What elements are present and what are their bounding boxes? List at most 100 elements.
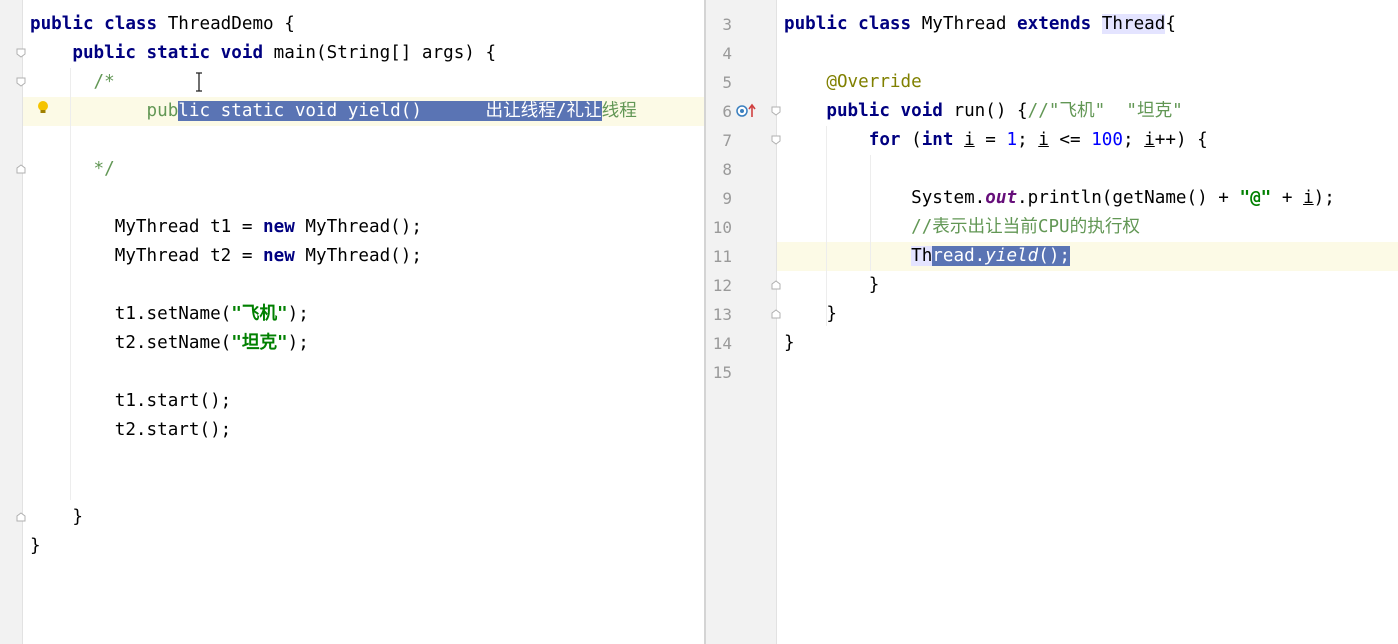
code-token: 100 [1091,130,1123,150]
line-number: 8 [722,160,732,179]
code-token: (); [1038,246,1071,266]
code-token: public class [784,14,922,34]
code-line[interactable]: public class MyThread extends Thread{ [784,10,1176,39]
code-token: System. [784,188,986,208]
code-token: i [964,130,975,150]
line-number: 4 [722,44,732,63]
gutter-left[interactable] [0,0,23,644]
code-token: } [30,507,83,527]
code-token: ; [1017,130,1039,150]
code-line[interactable]: t2.setName("坦克"); [30,329,309,358]
line-number: 12 [712,276,732,295]
code-line[interactable]: t1.setName("飞机"); [30,300,309,329]
override-marker-icon[interactable] [736,103,760,119]
code-line[interactable]: } [784,300,837,329]
code-token: lic static void yield() 出让线程/礼让 [178,101,602,121]
fold-marker-icon[interactable] [771,106,781,116]
code-token: i [1303,188,1314,208]
fold-marker-icon[interactable] [771,309,781,319]
code-token: ++) { [1154,130,1208,150]
line-number: 15 [712,363,732,382]
line-number: 3 [722,15,732,34]
code-token: Th [911,246,933,266]
code-token: MyThread(); [305,246,422,266]
code-token: <= [1048,130,1092,150]
code-token: t2.setName( [30,333,232,353]
code-token: i [1038,130,1049,150]
code-token: + [1271,188,1304,208]
lightbulb-icon[interactable] [37,100,49,116]
code-line[interactable]: public static void yield() 出让线程/礼让线程 [30,97,637,126]
code-token: "坦克" [231,333,288,353]
code-line[interactable]: t2.start(); [30,416,232,445]
code-token: ( [911,130,922,150]
fold-marker-icon[interactable] [16,164,26,174]
text-cursor-icon [194,72,204,92]
code-line[interactable]: } [30,532,41,561]
code-line[interactable]: for (int i = 1; i <= 100; i++) { [784,126,1208,155]
line-number: 6 [722,102,732,121]
code-token: //表示出让当前CPU的执行权 [784,217,1141,237]
code-line[interactable]: MyThread t1 = new MyThread(); [30,213,422,242]
code-token: Thread [1101,14,1166,34]
code-line[interactable]: //表示出让当前CPU的执行权 [784,213,1140,242]
code-token: } [784,275,880,295]
line-number: 13 [712,305,732,324]
code-line[interactable]: Thread.yield(); [784,242,1071,271]
code-line[interactable]: public static void main(String[] args) { [30,39,496,68]
code-line[interactable]: /* [30,68,115,97]
code-token: .println(getName() + [1017,188,1240,208]
code-token: MyThread t2 = [30,246,264,266]
code-line[interactable]: } [30,503,83,532]
code-line[interactable]: */ [30,155,115,184]
code-token: 线程 [601,101,637,121]
code-token: /* [30,72,115,92]
code-token: t2.start(); [30,420,232,440]
code-token: = [974,130,1007,150]
code-line[interactable]: MyThread t2 = new MyThread(); [30,242,422,271]
code-line[interactable]: t1.start(); [30,387,232,416]
fold-marker-icon[interactable] [771,280,781,290]
code-line[interactable]: @Override [784,68,922,97]
editor-pane-threaddemo[interactable]: public class ThreadDemo { public static … [0,0,704,644]
code-token: run() { [953,101,1028,121]
fold-marker-icon[interactable] [16,77,26,87]
code-token: "飞机" [231,304,288,324]
code-token: ); [287,333,309,353]
code-token: ); [1313,188,1335,208]
code-token: } [784,333,795,353]
code-token: read. [932,246,986,266]
code-token: i [1144,130,1155,150]
code-token: } [784,304,837,324]
fold-marker-icon[interactable] [16,48,26,58]
code-token: ThreadDemo { [167,14,295,34]
code-line[interactable]: System.out.println(getName() + "@" + i); [784,184,1335,213]
code-token: @Override [784,72,922,92]
line-number: 9 [722,189,732,208]
code-token: MyThread t1 = [30,217,264,237]
code-line[interactable]: public class ThreadDemo { [30,10,295,39]
fold-marker-icon[interactable] [771,135,781,145]
fold-marker-icon[interactable] [16,512,26,522]
code-token: new [263,246,306,266]
code-line[interactable]: public void run() {//"飞机" "坦克" [784,97,1182,126]
code-token: 1 [1006,130,1018,150]
code-token: public static void [72,43,274,63]
editor-pane-mythread[interactable]: 3 4 5 6 7 8 9 10 11 12 13 14 15 public class MyThrea… [706,0,1398,644]
line-number: 5 [722,73,732,92]
line-number: 10 [712,218,732,237]
code-token: ; [1123,130,1145,150]
code-token: yield [985,246,1039,266]
code-token: main(String[] args) { [273,43,497,63]
code-token: ); [287,304,309,324]
code-line[interactable]: } [784,271,880,300]
code-token: int [921,130,965,150]
code-token: new [263,217,306,237]
code-token: extends [1017,14,1102,34]
code-line[interactable]: } [784,329,795,358]
code-token: pub [30,101,179,121]
